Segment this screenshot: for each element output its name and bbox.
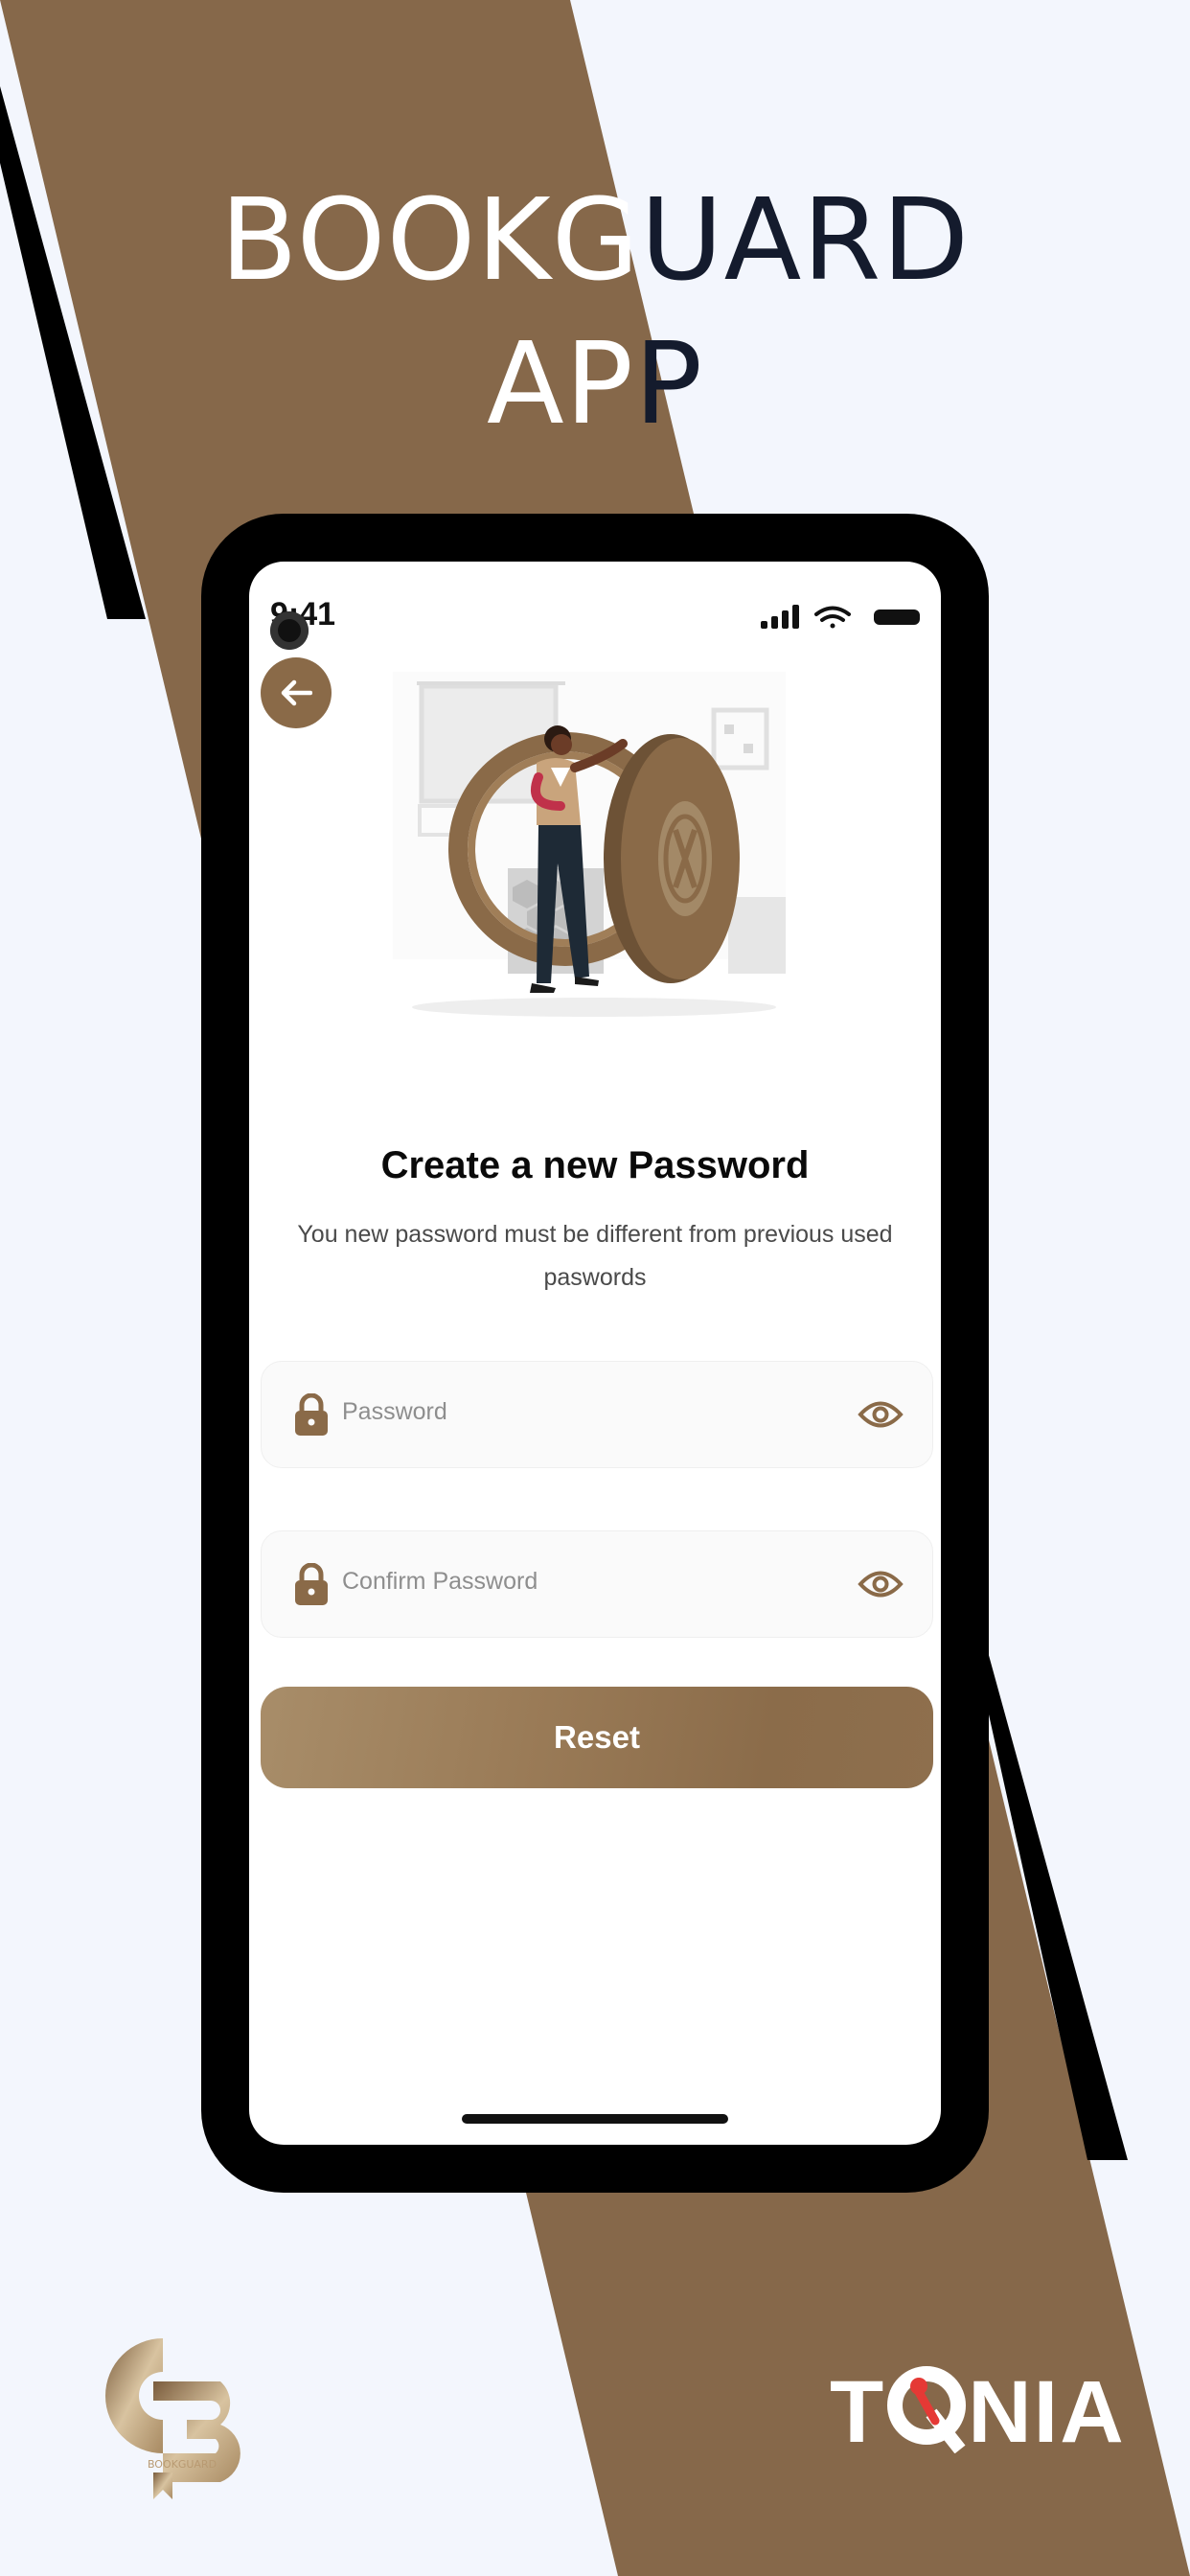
promo-headline-line1: BOOKGUARD (219, 173, 971, 306)
password-field[interactable]: Password (261, 1361, 933, 1468)
tqnia-logo: T NIA (830, 2362, 1126, 2463)
person-with-vault-door-illustration (393, 672, 786, 1017)
confirm-password-placeholder: Confirm Password (342, 1568, 538, 1595)
home-indicator (462, 2114, 728, 2124)
lock-icon (295, 1393, 328, 1436)
tqnia-logo-right: NIA (968, 2363, 1126, 2461)
tqnia-q-pin-icon (887, 2366, 967, 2454)
screen-title: Create a new Password (380, 1144, 810, 1186)
screen-subtitle: You new password must be different from … (297, 1221, 893, 1291)
phone-frame: 9:41 Create a new Password You new passw… (201, 514, 989, 2193)
phone-screen: 9:41 Create a new Password You new passw… (249, 562, 941, 2145)
confirm-password-field[interactable]: Confirm Password (261, 1530, 933, 1638)
wifi-icon (814, 606, 851, 629)
lock-icon (295, 1563, 328, 1605)
signal-icon (761, 605, 799, 629)
bookguard-logo-text: BOOKGUARD (148, 2458, 217, 2471)
eye-icon[interactable] (858, 1566, 904, 1602)
front-camera (270, 611, 309, 650)
eye-icon[interactable] (858, 1396, 904, 1433)
status-icons (761, 605, 920, 629)
password-placeholder: Password (342, 1398, 447, 1425)
reset-button[interactable]: Reset (261, 1687, 933, 1788)
bookguard-logo: BOOKGUARD (105, 2338, 240, 2499)
battery-icon (874, 610, 920, 625)
arrow-left-icon (281, 679, 312, 706)
back-button[interactable] (261, 657, 332, 728)
tqnia-logo-left: T (830, 2363, 886, 2461)
promo-headline-line2: APP (486, 317, 704, 449)
